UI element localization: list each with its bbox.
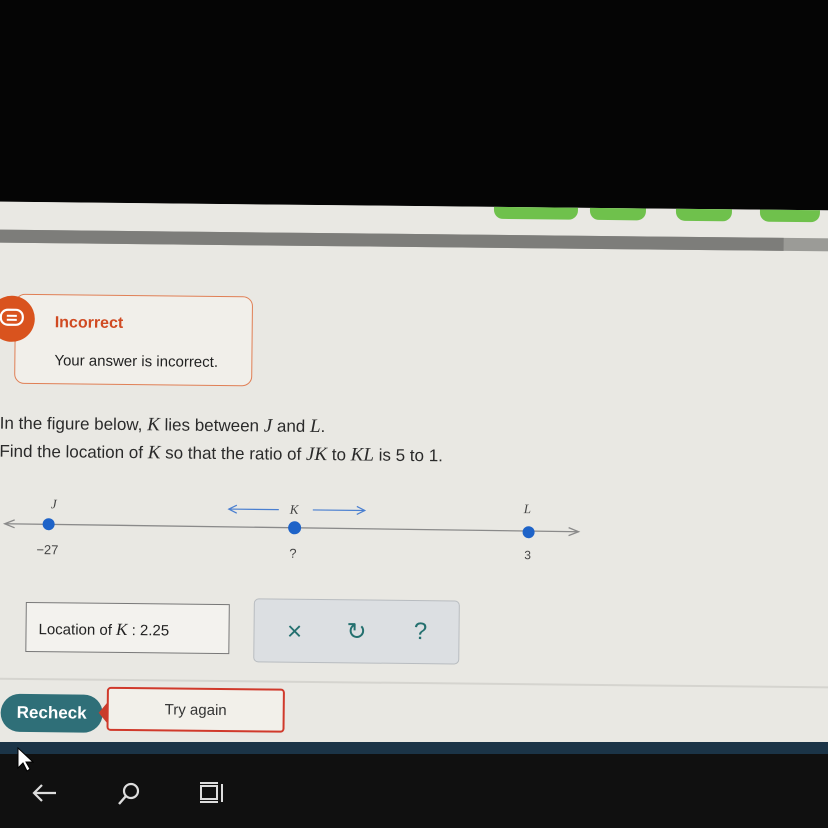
point-j-label: J xyxy=(51,496,58,511)
feedback-box xyxy=(14,293,254,387)
progress-tab[interactable] xyxy=(493,201,579,220)
taskbar-band xyxy=(0,742,828,754)
answer-separator: : xyxy=(127,622,141,640)
progress-tab[interactable] xyxy=(759,203,821,223)
question-text: In the figure below, K lies between J an… xyxy=(0,410,443,471)
close-icon: × xyxy=(286,615,303,646)
top-tab-strip xyxy=(0,201,828,227)
answer-tools: × ↻ ? xyxy=(253,598,460,665)
try-again-button[interactable]: Try again xyxy=(106,686,285,733)
undo-button[interactable]: ↻ xyxy=(338,614,374,648)
answer-variable: K xyxy=(116,619,128,640)
app-screen: Incorrect Your answer is incorrect. In t… xyxy=(0,201,828,801)
point-k[interactable] xyxy=(288,521,302,535)
task-view-icon[interactable] xyxy=(198,780,228,806)
recheck-button[interactable]: Recheck xyxy=(0,693,103,733)
answer-input[interactable]: Location of K : 2.25 xyxy=(25,601,230,655)
point-l xyxy=(522,526,535,539)
back-arrow-icon[interactable] xyxy=(30,780,60,806)
search-icon[interactable] xyxy=(114,780,144,808)
help-icon: ? xyxy=(413,618,428,646)
undo-icon: ↻ xyxy=(346,617,367,646)
point-j xyxy=(42,518,55,531)
answer-prefix: Location of xyxy=(38,621,117,639)
help-button[interactable]: ? xyxy=(402,615,438,649)
clear-button[interactable]: × xyxy=(276,614,312,648)
k-right-drag-arrow[interactable] xyxy=(312,509,365,512)
k-left-drag-arrow[interactable] xyxy=(228,508,279,511)
feedback-title: Incorrect xyxy=(54,314,124,332)
point-k-label: K xyxy=(289,502,300,517)
answer-value[interactable]: 2.25 xyxy=(140,622,169,639)
progress-tab[interactable] xyxy=(675,202,733,222)
question-line-2: Find the location of K so that the ratio… xyxy=(0,441,444,466)
point-l-label: L xyxy=(523,501,531,516)
number-line: J −27 K ? L 3 xyxy=(2,496,581,562)
point-k-value: ? xyxy=(289,546,296,561)
point-j-value: −27 xyxy=(36,542,58,557)
progress-fill xyxy=(0,229,784,251)
feedback-message: Your answer is incorrect. xyxy=(54,352,219,371)
mouse-cursor-icon xyxy=(17,746,35,772)
progress-tab[interactable] xyxy=(589,201,647,221)
point-l-value: 3 xyxy=(524,548,531,562)
